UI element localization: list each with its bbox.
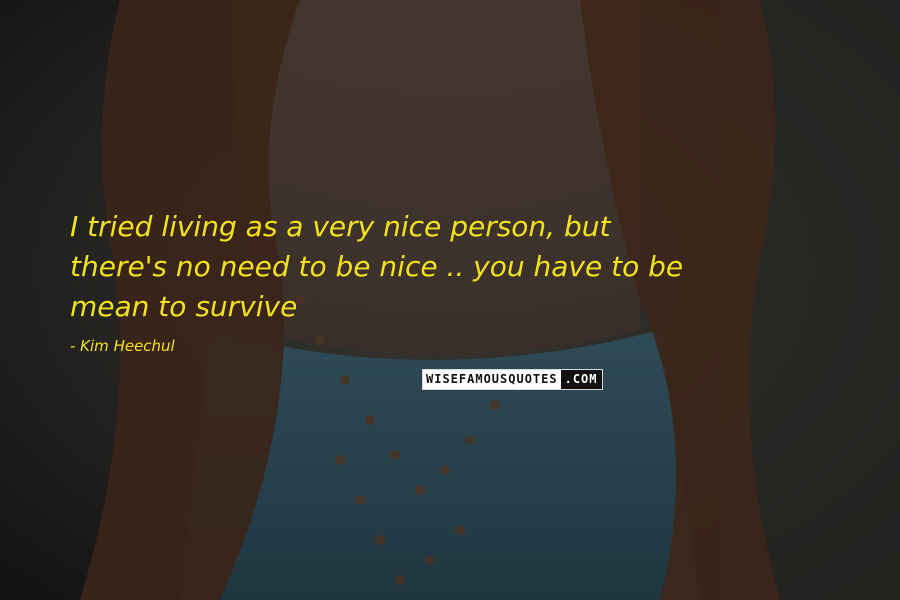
quote-line: mean to survive xyxy=(70,290,298,323)
watermark-part-2: .COM xyxy=(560,370,602,389)
quote-author: - Kim Heechul xyxy=(70,337,175,355)
quote-line: there's no need to be nice .. you have t… xyxy=(70,250,684,283)
watermark-part-1: WISEFAMOUSQUOTES xyxy=(423,370,561,389)
quote-card: I tried living as a very nice person, bu… xyxy=(0,0,900,600)
quote-line: I tried living as a very nice person, bu… xyxy=(70,210,611,243)
watermark-logo: WISEFAMOUSQUOTES .COM xyxy=(422,369,603,390)
quote-text: I tried living as a very nice person, bu… xyxy=(70,207,870,327)
